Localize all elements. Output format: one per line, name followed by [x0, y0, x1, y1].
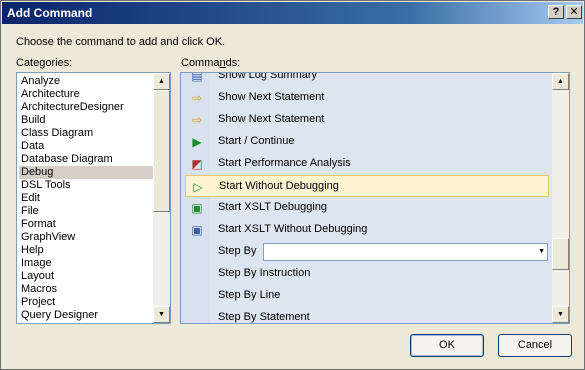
category-item[interactable]: Data — [19, 140, 153, 153]
help-button[interactable]: ? — [548, 5, 564, 19]
command-item[interactable]: ▶ Start / Continue — [185, 131, 549, 153]
category-item[interactable]: Class Diagram — [19, 127, 153, 140]
commands-label: Commands: — [181, 57, 241, 69]
category-item[interactable]: Project — [19, 296, 153, 309]
command-item[interactable]: Step By Instruction — [185, 263, 549, 285]
scroll-down-button[interactable]: ▼ — [552, 306, 569, 323]
command-item[interactable]: Step By Line — [185, 285, 549, 307]
commands-scrollbar[interactable]: ▲ ▼ — [552, 73, 569, 323]
scroll-down-button[interactable]: ▼ — [153, 306, 170, 323]
title-bar: Add Command ? ✕ — [2, 2, 583, 24]
command-label: Start / Continue — [218, 135, 295, 147]
xslt-debug-icon: ▣ — [191, 201, 203, 215]
command-label: Show Next Statement — [218, 91, 325, 103]
command-label: Step By Line — [218, 289, 281, 301]
command-label: Start XSLT Without Debugging — [218, 223, 368, 235]
categories-scrollbar[interactable]: ▲ ▼ — [153, 73, 170, 323]
arrow-right-icon: ⇨ — [191, 113, 203, 127]
category-item[interactable]: Edit — [19, 192, 153, 205]
scroll-up-button[interactable]: ▲ — [552, 73, 569, 90]
command-item[interactable]: ⇨ Show Next Statement — [185, 87, 549, 109]
scroll-thumb[interactable] — [552, 238, 569, 270]
scroll-thumb[interactable] — [153, 90, 170, 212]
category-item[interactable]: Architecture — [19, 88, 153, 101]
ok-button[interactable]: OK — [410, 334, 484, 357]
add-command-dialog: Add Command ? ✕ Choose the command to ad… — [0, 0, 585, 370]
scroll-up-button[interactable]: ▲ — [153, 73, 170, 90]
category-item[interactable]: Build — [19, 114, 153, 127]
category-item[interactable]: DSL Tools — [19, 179, 153, 192]
command-label: Show Next Statement — [218, 113, 325, 125]
play-no-debug-icon: ▷ — [193, 180, 203, 194]
command-label: Step By Statement — [218, 311, 310, 323]
category-item[interactable]: Help — [19, 244, 153, 257]
performance-icon: ◩ — [191, 157, 203, 171]
category-item[interactable]: Layout — [19, 270, 153, 283]
command-item[interactable]: ◩ Start Performance Analysis — [185, 153, 549, 175]
command-label: Start XSLT Debugging — [218, 201, 328, 213]
commands-list[interactable]: ▤ Show Log Summary ⇨ Show Next Statement ⇨ Sh… — [180, 72, 570, 324]
category-item[interactable]: Analyze — [19, 75, 153, 88]
category-item[interactable]: Database Diagram — [19, 153, 153, 166]
log-icon: ▤ — [191, 72, 203, 83]
command-item[interactable]: Step By Statement — [185, 307, 549, 323]
command-label: Show Log Summary — [218, 72, 318, 81]
arrow-right-icon: ⇨ — [191, 91, 203, 105]
command-item[interactable]: ⇨ Show Next Statement — [185, 109, 549, 131]
category-item[interactable]: GraphView — [19, 231, 153, 244]
category-item[interactable]: Macros — [19, 283, 153, 296]
category-item[interactable]: Debug — [19, 166, 153, 179]
category-item[interactable]: Format — [19, 218, 153, 231]
command-item[interactable]: ▣ Start XSLT Without Debugging — [185, 219, 549, 241]
categories-label: Categories: — [16, 57, 73, 69]
category-item[interactable]: Image — [19, 257, 153, 270]
category-item[interactable]: File — [19, 205, 153, 218]
categories-list[interactable]: Analyze Architecture ArchitectureDesigner B… — [16, 72, 171, 324]
window-title: Add Command — [7, 6, 93, 20]
command-item[interactable]: ▤ Show Log Summary — [185, 72, 549, 87]
step-by-combobox[interactable]: ▼ — [263, 243, 548, 261]
command-label: Step By Instruction — [218, 267, 311, 279]
play-icon: ▶ — [192, 135, 202, 149]
command-item[interactable]: Step By ▼ — [185, 241, 549, 263]
command-item[interactable]: ▷ Start Without Debugging — [185, 175, 549, 197]
command-item[interactable]: ▣ Start XSLT Debugging — [185, 197, 549, 219]
category-item[interactable]: Query Designer — [19, 309, 153, 322]
chevron-down-icon[interactable]: ▼ — [538, 245, 545, 259]
close-button[interactable]: ✕ — [566, 5, 582, 19]
category-item[interactable]: ArchitectureDesigner — [19, 101, 153, 114]
xslt-no-debug-icon: ▣ — [191, 223, 203, 237]
command-label: Step By — [218, 245, 257, 257]
command-label: Start Without Debugging — [219, 180, 339, 192]
instruction-text: Choose the command to add and click OK. — [16, 36, 226, 48]
cancel-button[interactable]: Cancel — [498, 334, 572, 357]
command-label: Start Performance Analysis — [218, 157, 351, 169]
